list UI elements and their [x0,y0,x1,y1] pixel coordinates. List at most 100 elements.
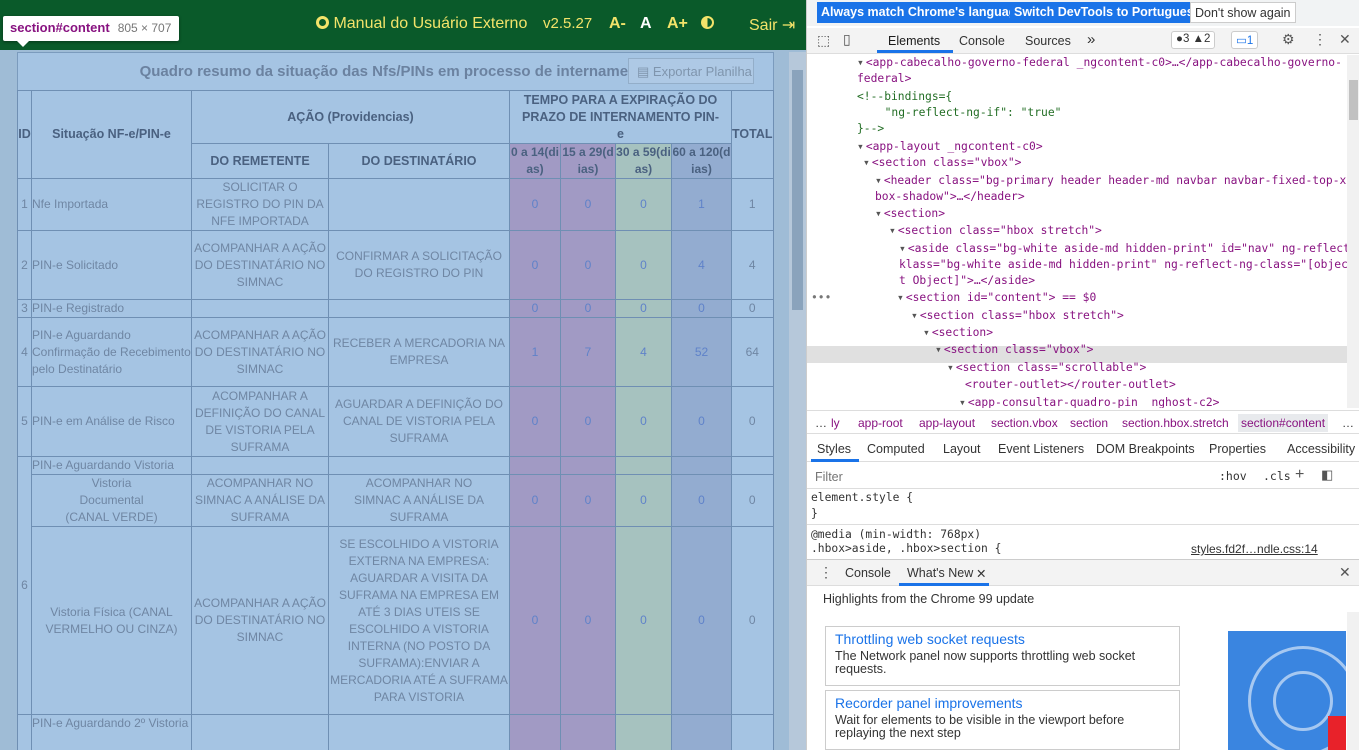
new-rule-icon[interactable]: + [1295,466,1304,484]
messages-badge[interactable]: ▭1 [1231,31,1259,49]
expand-triangle-icon[interactable]: ▾ [857,56,864,69]
tab-event-listeners[interactable]: Event Listeners [998,442,1084,456]
value-cell[interactable]: 0 [509,526,561,715]
dom-node-line[interactable]: <router-outlet></router-outlet> [965,377,1176,393]
value-cell[interactable]: 0 [560,526,616,715]
export-spreadsheet-button[interactable]: ▤ Exportar Planilha [628,58,754,84]
whats-new-card[interactable]: Throttling web socket requests The Netwo… [825,626,1180,686]
dom-ellipsis-icon[interactable]: ••• [811,290,831,306]
dom-node-line[interactable]: box-shadow">…</header> [875,189,1025,205]
breadcrumb-item[interactable]: app-layout [919,416,975,430]
value-cell[interactable]: 0 [560,386,616,457]
value-cell[interactable]: 0 [671,526,732,715]
dom-node-line[interactable]: }--> [857,121,884,137]
dom-node-line[interactable]: ▾ <section id="content"> == $0 [897,290,1096,306]
value-cell[interactable]: 4 [615,317,672,387]
expand-triangle-icon[interactable]: ▾ [899,242,906,255]
breadcrumb-item[interactable]: app-root [858,416,903,430]
value-cell[interactable]: 0 [615,178,672,231]
expand-triangle-icon[interactable]: ▾ [857,140,864,153]
expand-triangle-icon[interactable]: ▾ [923,326,930,339]
value-cell[interactable]: 0 [560,230,616,300]
value-cell[interactable]: 0 [671,299,732,318]
value-cell[interactable]: 1 [671,178,732,231]
tab-styles[interactable]: Styles [817,442,851,456]
dom-node-line[interactable]: ▾ <section class="vbox"> [935,342,1093,358]
manual-link[interactable]: Manual do Usuário Externo [316,15,527,33]
tab-layout[interactable]: Layout [943,442,981,456]
drawer-scrollbar[interactable] [1347,612,1359,750]
tab-computed[interactable]: Computed [867,442,925,456]
value-cell[interactable]: 0 [615,230,672,300]
dont-show-again-button[interactable]: Don't show again [1190,2,1296,23]
tab-elements[interactable]: Elements [888,34,940,48]
styles-filter-input[interactable] [811,467,1207,486]
value-cell[interactable]: 0 [509,230,561,300]
dom-node-line[interactable]: ▾ <app-consultar-quadro-pin _nghost-c2> [959,395,1219,408]
value-cell[interactable]: 52 [671,317,732,387]
dom-node-line[interactable]: ▾ <section class="scrollable"> [947,360,1146,376]
font-decrease-button[interactable]: A- [609,15,626,33]
tab-sources[interactable]: Sources [1025,34,1071,48]
dom-node-line[interactable]: ▾ <aside class="bg-white aside-md hidden-… [899,241,1347,257]
inspect-icon[interactable]: ⬚ [817,32,830,49]
dom-node-line[interactable]: ▾ <section class="hbox stretch"> [889,223,1102,239]
dom-node-line[interactable]: ▾ <section> [923,325,993,341]
switch-language-button[interactable]: Switch DevTools to Portuguese [1010,2,1205,23]
expand-triangle-icon[interactable]: ▾ [947,361,954,374]
value-cell[interactable]: 0 [560,299,616,318]
card-title[interactable]: Recorder panel improvements [835,695,1170,711]
expand-triangle-icon[interactable]: ▾ [959,396,966,408]
dom-node-line[interactable]: federal> [857,71,911,87]
expand-triangle-icon[interactable]: ▾ [875,174,882,187]
value-cell[interactable]: 0 [509,178,561,231]
more-tabs-icon[interactable]: » [1087,31,1095,48]
dom-node-line[interactable]: ▾ <header class="bg-primary header header… [875,173,1347,189]
value-cell[interactable]: 0 [560,474,616,527]
tab-console[interactable]: Console [959,34,1005,48]
value-cell[interactable]: 0 [509,386,561,457]
value-cell[interactable]: 0 [560,178,616,231]
font-normal-button[interactable]: A [640,15,652,33]
value-cell[interactable]: 0 [671,474,732,527]
value-cell[interactable]: 0 [509,474,561,527]
value-cell[interactable]: 0 [671,386,732,457]
hov-toggle[interactable]: :hov [1219,469,1247,483]
exit-button[interactable]: Sair ⇥ [749,15,795,35]
tab-dom-breakpoints[interactable]: DOM Breakpoints [1096,442,1195,456]
close-icon[interactable]: ✕ [1339,31,1351,48]
device-toggle-icon[interactable]: ▯ [843,31,851,48]
expand-triangle-icon[interactable]: ▾ [897,291,904,304]
breadcrumb-item-active[interactable]: section#content [1238,414,1329,432]
card-title[interactable]: Throttling web socket requests [835,631,1170,647]
tab-properties[interactable]: Properties [1209,442,1266,456]
value-cell[interactable]: 0 [615,299,672,318]
drawer-tab-whats-new[interactable]: What's New [907,566,973,580]
dom-node-line[interactable]: ▾ <app-layout _ngcontent-c0> [857,139,1043,155]
close-drawer-icon[interactable]: ✕ [1339,564,1351,581]
drawer-tab-console[interactable]: Console [845,566,891,580]
dom-node-line[interactable]: ▾ <section class="vbox"> [863,155,1021,171]
value-cell[interactable]: 7 [560,317,616,387]
expand-triangle-icon[interactable]: ▾ [863,156,870,169]
sidebar-toggle-icon[interactable]: ◧ [1321,467,1333,483]
dom-node-line[interactable]: ▾ <section class="hbox stretch"> [911,308,1124,324]
dom-node-line[interactable]: klass="bg-white aside-md hidden-print" n… [899,257,1347,273]
breadcrumb-overflow-right[interactable]: … [1342,416,1354,430]
dom-node-line[interactable]: "ng-reflect-ng-if": "true" [871,105,1062,121]
page-scrollbar-thumb[interactable] [792,70,803,310]
css-rule-selector[interactable]: .hbox>aside, .hbox>section { [811,542,1001,555]
breadcrumb-item[interactable]: section [1070,416,1108,430]
expand-triangle-icon[interactable]: ▾ [889,224,896,237]
expand-triangle-icon[interactable]: ▾ [875,207,882,220]
element-style-rule[interactable]: element.style { [811,491,913,504]
match-language-button[interactable]: Always match Chrome's language [817,2,1028,23]
breadcrumb-item[interactable]: ly [831,416,840,430]
contrast-icon[interactable] [701,15,714,33]
dom-node-line[interactable]: <!--bindings={ [857,89,952,105]
css-source-link[interactable]: styles.fd2f…ndle.css:14 [1191,542,1318,556]
expand-triangle-icon[interactable]: ▾ [911,309,918,322]
value-cell[interactable]: 4 [671,230,732,300]
font-increase-button[interactable]: A+ [667,15,688,33]
breadcrumb-item[interactable]: section.hbox.stretch [1122,416,1229,430]
